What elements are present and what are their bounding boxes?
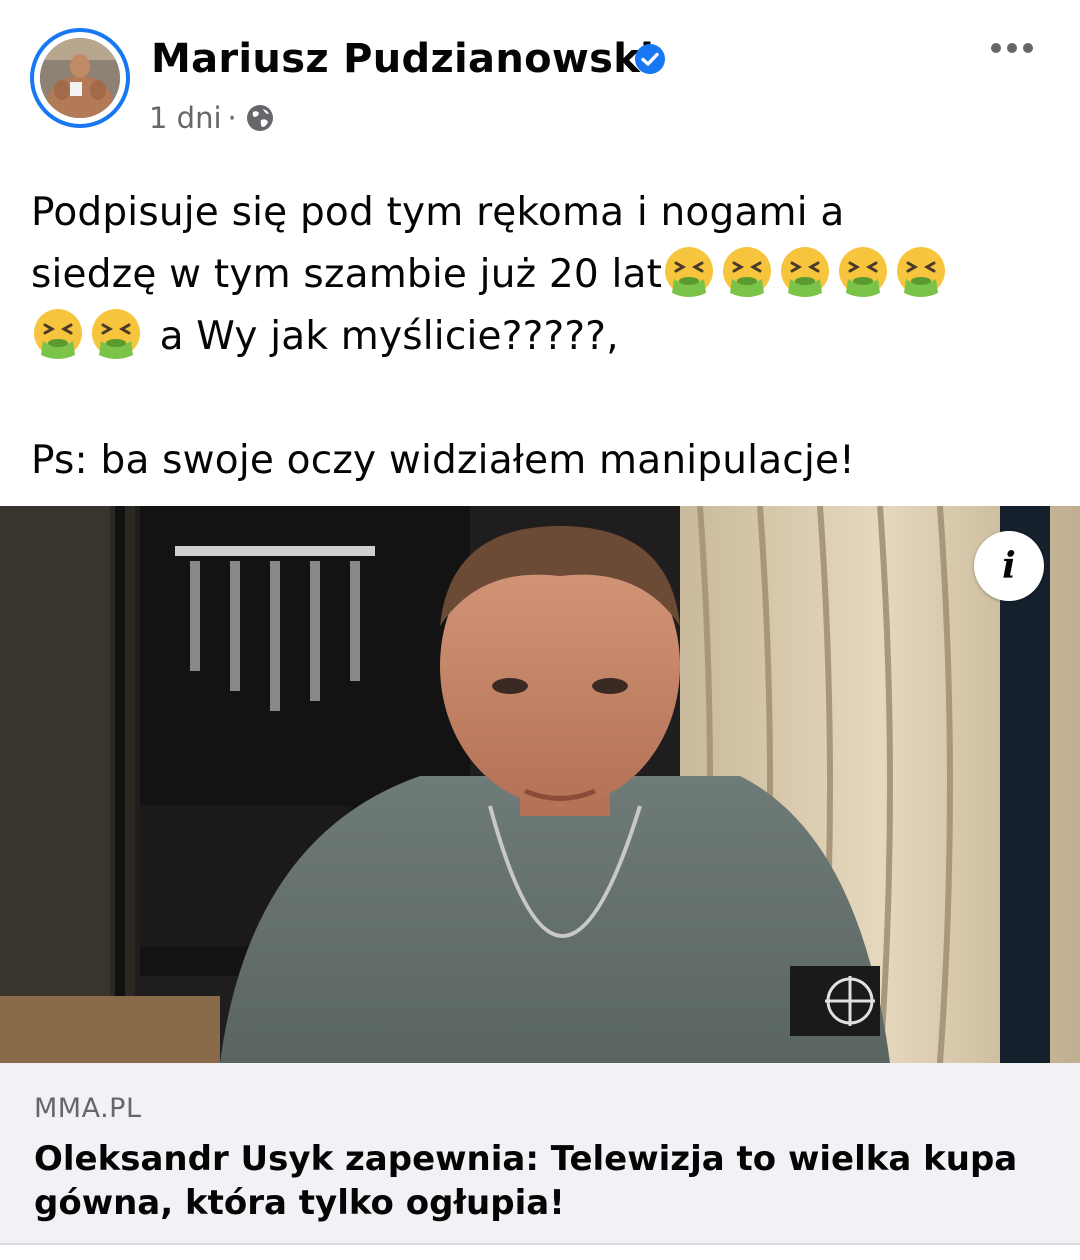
more-options-icon[interactable]	[988, 38, 1036, 58]
info-label: i	[1002, 545, 1016, 587]
face-vomiting-emoji	[723, 247, 772, 297]
face-vomiting-emoji	[92, 309, 140, 359]
globe-icon[interactable]	[245, 103, 275, 133]
author-avatar-ring[interactable]	[30, 28, 130, 128]
face-vomiting-emoji	[839, 247, 888, 297]
post-text-line1: Podpisuje się pod tym rękoma i nogami a	[31, 190, 845, 235]
post-text-line3: a Wy jak myślicie?????,	[147, 314, 619, 359]
face-vomiting-emoji	[34, 309, 82, 359]
link-card[interactable]: MMA.PL Oleksandr Usyk zapewnia: Telewizj…	[0, 1063, 1080, 1245]
link-domain: MMA.PL	[34, 1093, 142, 1124]
meta-separator: ·	[227, 101, 237, 135]
verified-badge-icon	[635, 44, 665, 74]
post-text-ps: Ps: ba swoje oczy widziałem manipulacje!	[31, 438, 856, 483]
face-vomiting-emoji	[665, 247, 714, 297]
link-headline[interactable]: Oleksandr Usyk zapewnia: Telewizja to wi…	[34, 1137, 1044, 1225]
post-text: Podpisuje się pod tym rękoma i nogami a …	[31, 182, 1061, 492]
post-header: Mariusz Pudzianowski 1 dni ·	[0, 0, 1080, 160]
info-icon[interactable]: i	[974, 531, 1044, 601]
post-text-line2: siedzę w tym szambie już 20 lat	[31, 252, 663, 297]
emoji-row-2	[31, 309, 147, 359]
emoji-row-1	[662, 247, 952, 297]
post-meta: 1 dni ·	[149, 101, 275, 135]
face-vomiting-emoji	[781, 247, 830, 297]
post-timestamp[interactable]: 1 dni	[149, 101, 222, 135]
link-preview-image[interactable]	[0, 506, 1080, 1063]
author-name[interactable]: Mariusz Pudzianowski	[151, 36, 654, 82]
avatar[interactable]	[40, 38, 120, 118]
face-vomiting-emoji	[897, 247, 946, 297]
